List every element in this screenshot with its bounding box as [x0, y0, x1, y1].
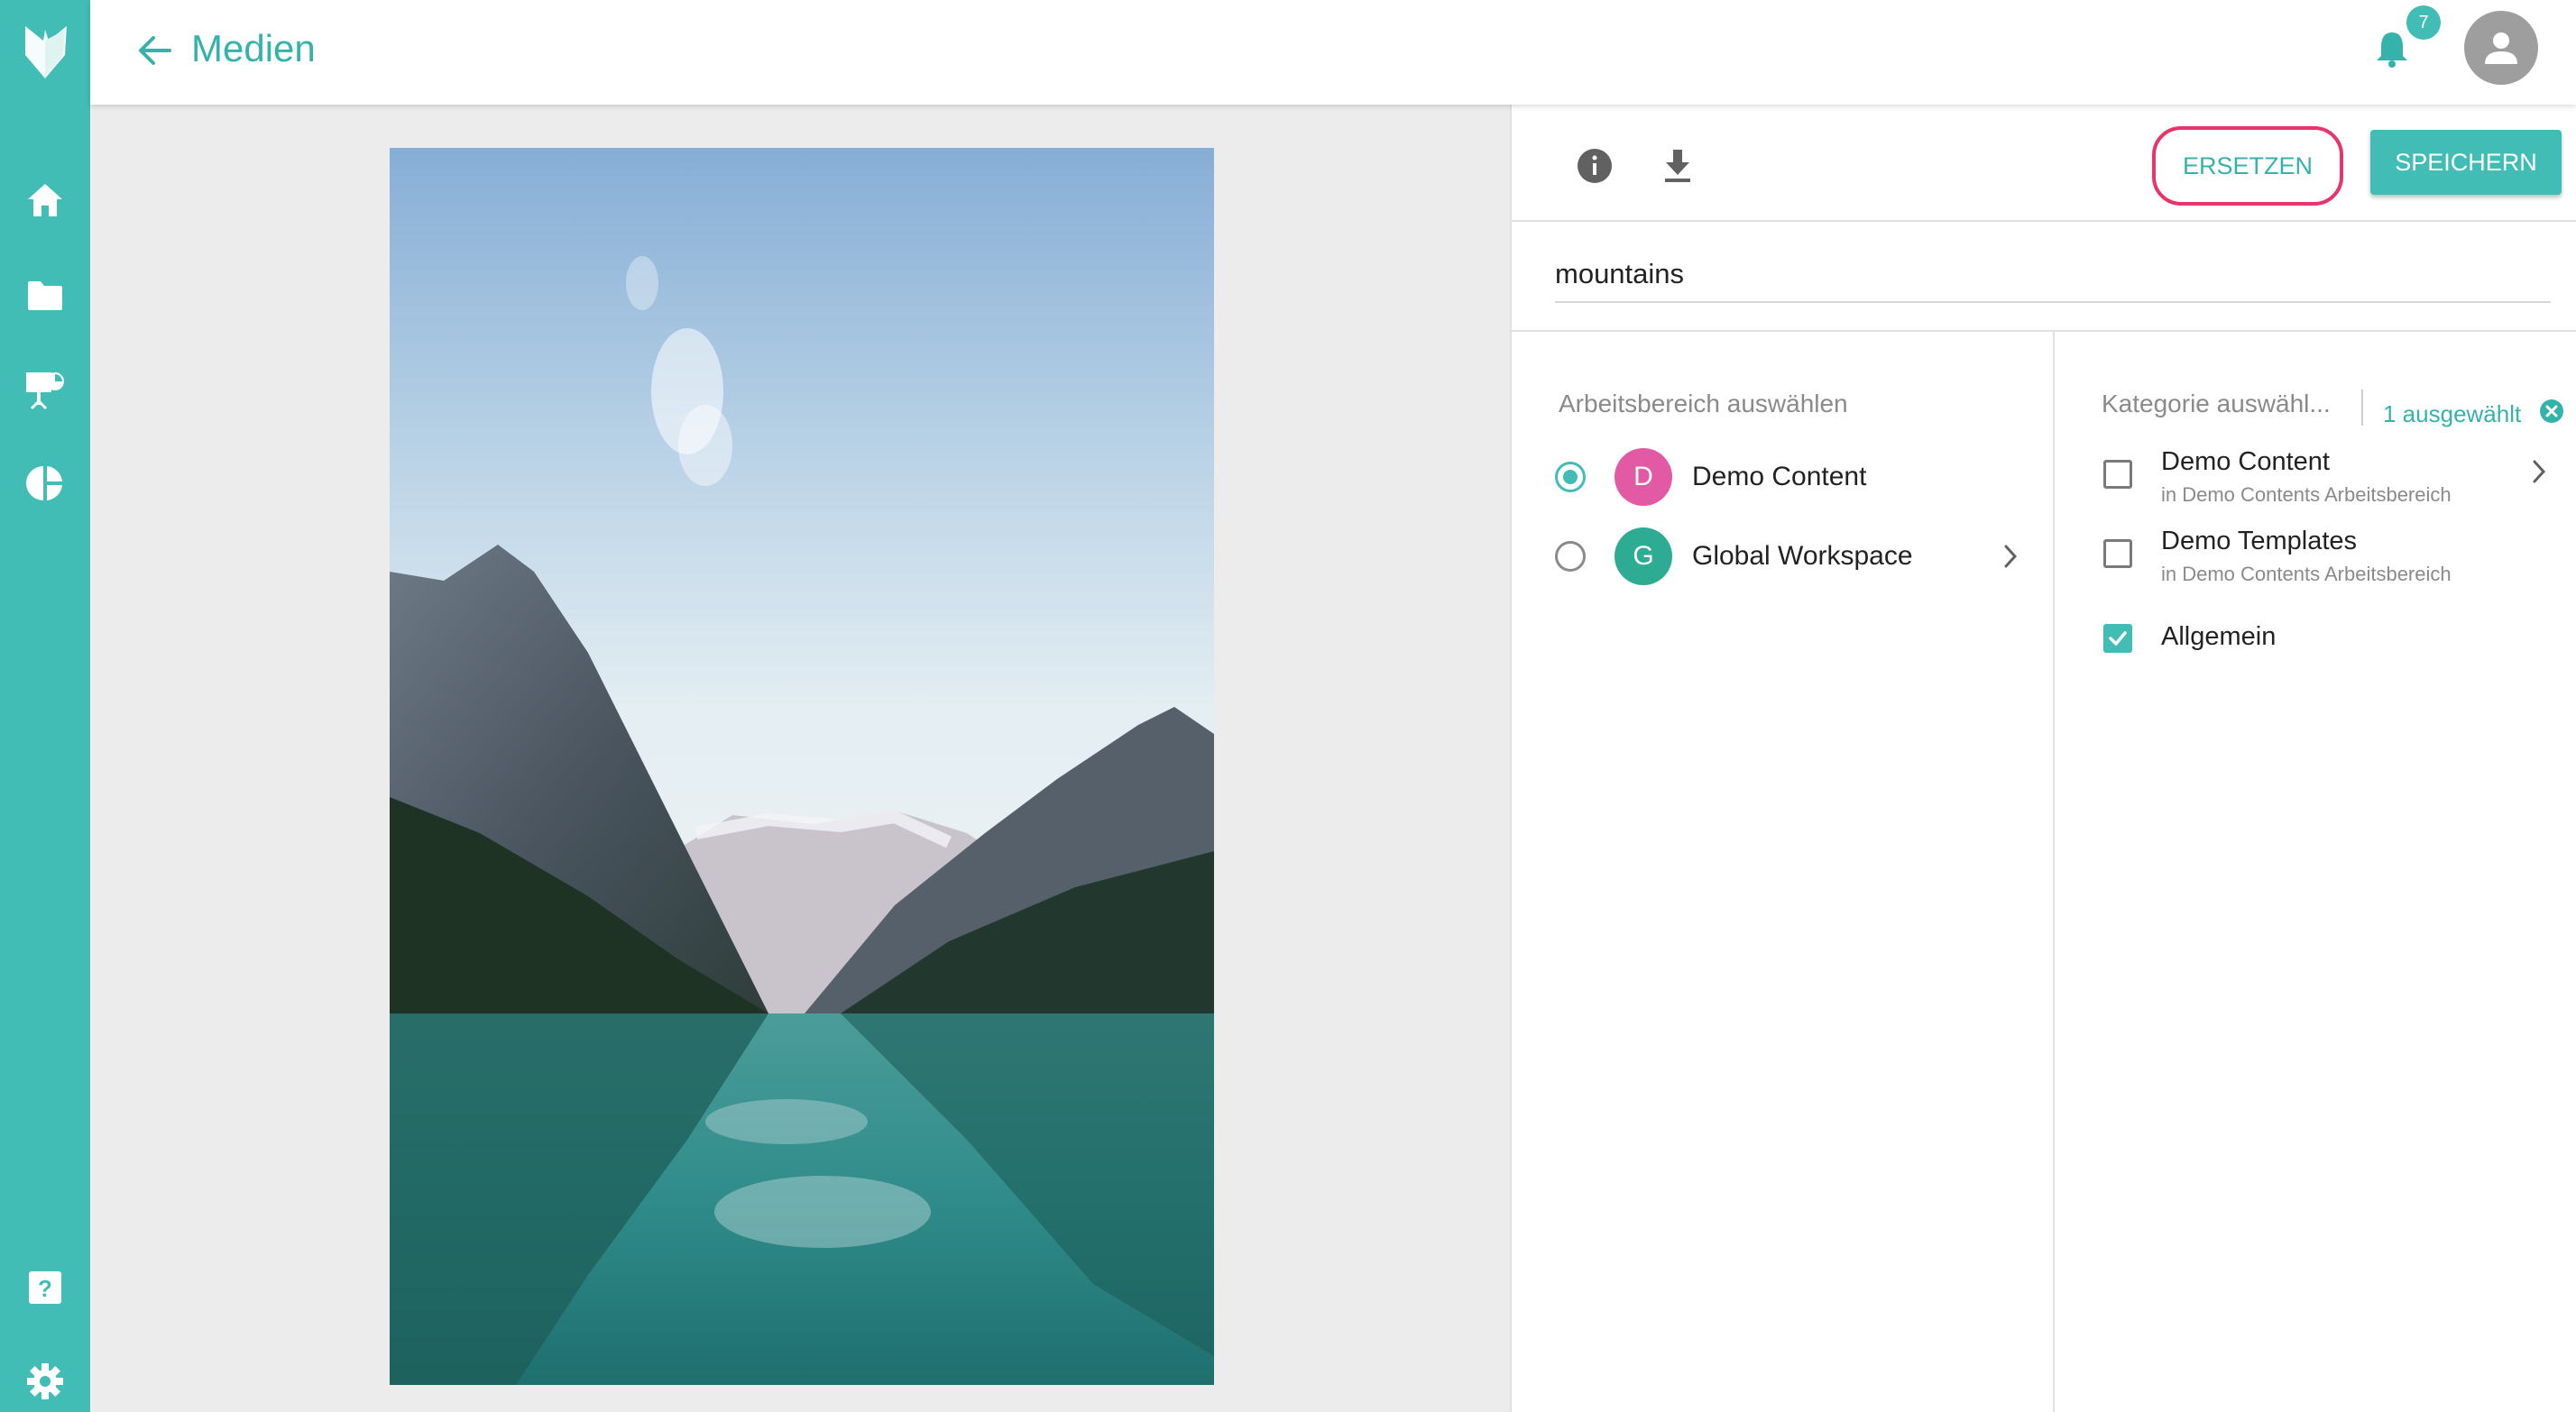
- clear-selection-icon[interactable]: [2538, 398, 2565, 425]
- category-subtitle: in Demo Contents Arbeitsbereich: [2161, 563, 2452, 585]
- checkbox-checked[interactable]: [2103, 624, 2132, 653]
- category-name: Demo Templates: [2161, 527, 2358, 555]
- save-button[interactable]: SPEICHERN: [2370, 130, 2562, 195]
- gear-icon[interactable]: [22, 1358, 69, 1405]
- radio-button[interactable]: [1555, 541, 1586, 572]
- category-item-demo-content[interactable]: Demo Content in Demo Contents Arbeitsber…: [2103, 447, 2554, 519]
- notification-badge: 7: [2406, 5, 2441, 40]
- presentation-icon[interactable]: [22, 366, 69, 413]
- media-details-panel: ERSETZEN SPEICHERN Arbeitsbereich auswäh…: [1510, 105, 2576, 1412]
- app-logo[interactable]: [0, 0, 90, 105]
- download-icon[interactable]: [1652, 141, 1703, 191]
- checkmark-icon: [2109, 631, 2127, 646]
- category-item-demo-templates[interactable]: Demo Templates in Demo Contents Arbeitsb…: [2103, 527, 2554, 599]
- chevron-right-icon[interactable]: [1995, 541, 2026, 572]
- workspace-name: Global Workspace: [1692, 541, 1913, 571]
- workspace-label: Arbeitsbereich auswählen: [1559, 390, 1848, 417]
- workspace-name: Demo Content: [1692, 462, 1867, 491]
- panel-toolbar: ERSETZEN SPEICHERN: [1512, 105, 2576, 222]
- chevron-right-icon[interactable]: [2524, 456, 2554, 487]
- workspace-option-demo-content[interactable]: D Demo Content: [1555, 445, 2042, 509]
- checkbox[interactable]: [2103, 460, 2132, 489]
- sidebar: ?: [0, 0, 90, 1412]
- workspace-avatar: G: [1615, 527, 1672, 585]
- replace-button[interactable]: ERSETZEN: [2152, 126, 2343, 206]
- media-name-input[interactable]: [1555, 247, 2551, 303]
- category-label: Kategorie auswähl...: [2102, 390, 2331, 417]
- count-separator: [2361, 390, 2363, 426]
- selected-count: 1 ausgewählt: [2383, 400, 2522, 427]
- workspace-avatar: D: [1615, 448, 1672, 506]
- media-preview-image: [390, 148, 1214, 1385]
- workspace-option-global-workspace[interactable]: G Global Workspace: [1555, 525, 2042, 588]
- svg-text:?: ?: [38, 1275, 52, 1302]
- info-icon[interactable]: [1569, 141, 1620, 191]
- back-arrow-icon[interactable]: [130, 25, 180, 76]
- category-name: Demo Content: [2161, 447, 2330, 476]
- home-icon[interactable]: [22, 177, 69, 224]
- column-divider: [2053, 332, 2055, 1412]
- person-icon: [2485, 32, 2517, 64]
- category-item-allgemein[interactable]: Allgemein: [2103, 617, 2554, 660]
- radio-button-selected[interactable]: [1555, 462, 1586, 492]
- category-name: Allgemein: [2161, 622, 2277, 651]
- user-avatar[interactable]: [2464, 11, 2538, 85]
- category-subtitle: in Demo Contents Arbeitsbereich: [2161, 483, 2452, 506]
- page-title: Medien: [191, 27, 316, 69]
- media-preview-area: [90, 105, 1510, 1412]
- folder-icon[interactable]: [22, 272, 69, 319]
- pie-chart-icon[interactable]: [22, 460, 69, 507]
- fox-logo-icon: [25, 26, 67, 78]
- checkbox[interactable]: [2103, 539, 2132, 568]
- divider: [1512, 330, 2576, 332]
- top-header: Medien 7: [90, 0, 2576, 105]
- help-icon[interactable]: ?: [22, 1264, 69, 1311]
